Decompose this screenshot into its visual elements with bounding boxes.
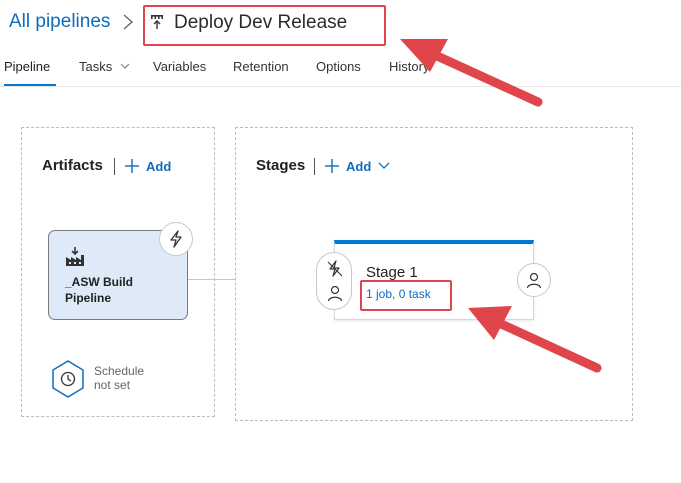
release-pipeline-icon (151, 15, 163, 29)
breadcrumb: All pipelines Deploy Dev Release (0, 0, 681, 46)
add-stage-label: Add (346, 158, 372, 174)
clock-hexagon-icon[interactable] (51, 360, 85, 398)
lightning-icon (170, 230, 182, 248)
stage-name: Stage 1 (366, 264, 418, 281)
person-icon[interactable] (326, 284, 344, 302)
tab-options[interactable]: Options (316, 59, 361, 74)
all-pipelines-link[interactable]: All pipelines (9, 11, 110, 33)
pre-deployment-conditions (316, 252, 352, 310)
stage-card[interactable]: Stage 1 1 job, 0 task (334, 240, 534, 320)
chevron-right-icon (123, 14, 134, 30)
tab-pipeline[interactable]: Pipeline (4, 59, 50, 74)
continuous-deployment-trigger-button[interactable] (159, 222, 193, 256)
stages-heading: Stages (256, 157, 306, 174)
tab-variables[interactable]: Variables (153, 59, 206, 74)
tab-retention[interactable]: Retention (233, 59, 289, 74)
plus-icon (325, 159, 339, 173)
tab-history[interactable]: History (389, 59, 429, 74)
schedule-status: Schedule not set (94, 364, 144, 392)
artifacts-heading: Artifacts (42, 157, 103, 174)
tab-tasks[interactable]: Tasks (79, 59, 130, 74)
tab-bar-divider (0, 86, 681, 87)
lightning-icon[interactable] (326, 260, 344, 278)
build-artifact-icon (66, 247, 84, 266)
add-artifact-button[interactable]: Add (125, 156, 171, 176)
stages-heading-divider (314, 158, 315, 175)
tab-tasks-label: Tasks (79, 59, 113, 74)
chevron-down-icon (378, 162, 390, 169)
add-stage-button[interactable]: Add (325, 156, 397, 176)
artifacts-heading-divider (114, 158, 115, 175)
schedule-status-line2: not set (94, 378, 131, 392)
stage-job-summary-link[interactable]: 1 job, 0 task (366, 287, 431, 301)
person-icon (526, 272, 542, 289)
pipeline-title-area[interactable]: Deploy Dev Release (146, 4, 386, 44)
chevron-down-icon (120, 63, 130, 69)
post-deployment-approvers-button[interactable] (517, 263, 551, 297)
page-title: Deploy Dev Release (174, 12, 348, 33)
plus-icon (125, 159, 139, 173)
artifact-name: _ASW Build Pipeline (65, 275, 133, 305)
add-artifact-label: Add (146, 158, 172, 174)
tab-bar: Pipeline Tasks Variables Retention Optio… (0, 52, 681, 88)
schedule-status-line1: Schedule (94, 364, 145, 378)
release-pipeline-editor: All pipelines Deploy Dev Release Pipelin… (0, 0, 681, 483)
